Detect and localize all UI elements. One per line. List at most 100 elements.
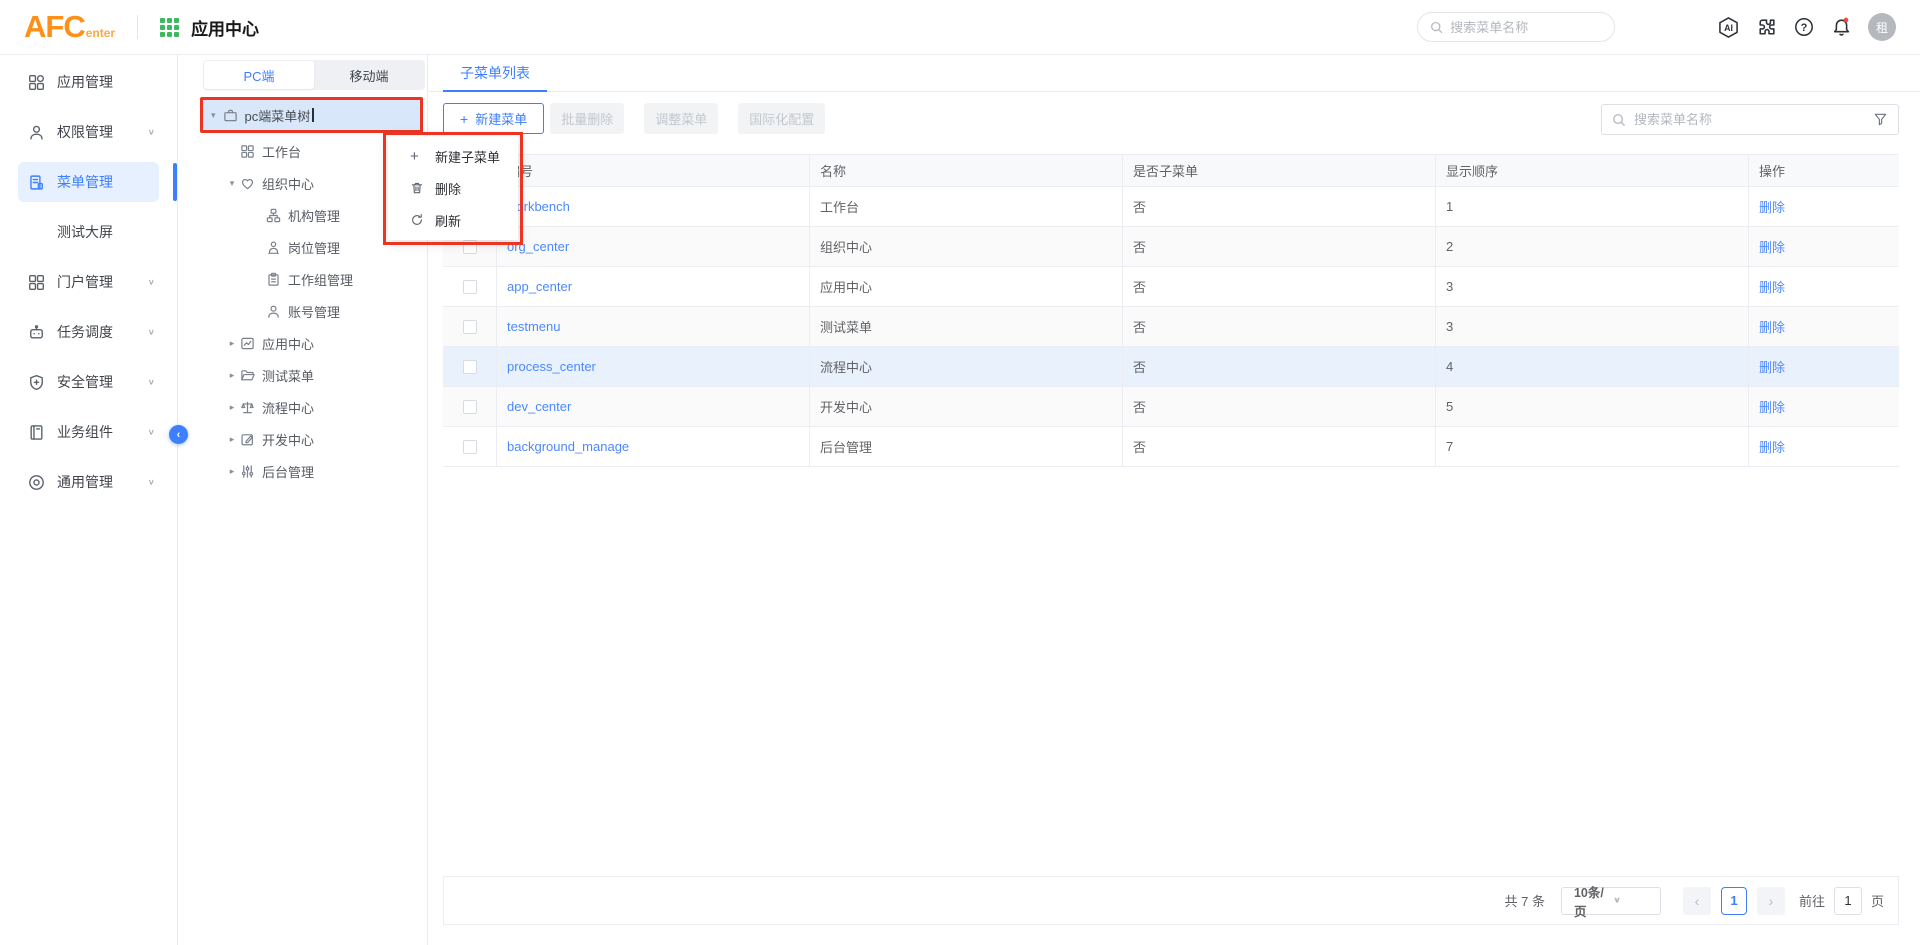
sidebar-item-test-screen[interactable]: 测试大屏	[0, 212, 177, 252]
column-header-is-submenu: 是否子菜单	[1133, 161, 1198, 180]
row-delete-link[interactable]: 删除	[1759, 197, 1785, 216]
row-code-link[interactable]: process_center	[507, 359, 596, 374]
row-delete-link[interactable]: 删除	[1759, 317, 1785, 336]
sidebar-item-label: 任务调度	[57, 322, 113, 342]
table-row[interactable]: app_center 应用中心 否 3 删除	[443, 267, 1899, 307]
row-delete-link[interactable]: 删除	[1759, 237, 1785, 256]
context-menu-refresh[interactable]: 刷新	[388, 204, 518, 236]
page-number-button[interactable]: 1	[1721, 887, 1747, 915]
svg-text:?: ?	[1801, 22, 1808, 34]
tree-root-node[interactable]: ▾ pc端菜单树	[203, 100, 420, 130]
sidebar-item-label: 业务组件	[57, 422, 113, 442]
i18n-config-button[interactable]: 国际化配置	[738, 103, 825, 134]
goto-page-input[interactable]	[1834, 887, 1862, 915]
context-menu-label: 新建子菜单	[435, 147, 500, 166]
page-size-select[interactable]: 10条/页 ∨	[1561, 887, 1661, 915]
help-icon[interactable]: ?	[1793, 16, 1815, 38]
context-menu-label: 刷新	[435, 211, 461, 230]
caret-right-icon: ▸	[224, 338, 240, 349]
row-checkbox[interactable]	[463, 360, 477, 374]
tab-pc[interactable]: PC端	[204, 61, 314, 89]
row-code-link[interactable]: org_center	[507, 239, 569, 254]
caret-down-icon: ▾	[211, 110, 216, 121]
afcenter-logo[interactable]: AFC enter	[24, 9, 115, 45]
table-row[interactable]: background_manage 后台管理 否 7 删除	[443, 427, 1899, 467]
row-is-submenu: 否	[1133, 397, 1146, 416]
row-code-link[interactable]: dev_center	[507, 399, 571, 414]
tree-node-workgroup-management[interactable]: 工作组管理	[178, 263, 427, 295]
row-checkbox[interactable]	[463, 440, 477, 454]
search-icon	[1430, 20, 1443, 35]
sidebar-item-label: 权限管理	[57, 122, 113, 142]
row-name: 开发中心	[820, 397, 872, 416]
row-checkbox[interactable]	[463, 240, 477, 254]
header-search-box[interactable]	[1417, 12, 1615, 42]
row-delete-link[interactable]: 删除	[1759, 277, 1785, 296]
row-code-link[interactable]: app_center	[507, 279, 572, 294]
briefcase-icon	[223, 108, 238, 123]
tree-node-label: 组织中心	[262, 174, 314, 193]
sidebar-item-security-management[interactable]: 安全管理 ∨	[0, 362, 177, 402]
row-delete-link[interactable]: 删除	[1759, 437, 1785, 456]
new-menu-button[interactable]: + 新建菜单	[443, 103, 544, 134]
row-checkbox[interactable]	[463, 280, 477, 294]
table-row[interactable]: dev_center 开发中心 否 5 删除	[443, 387, 1899, 427]
tree-node-account-management[interactable]: 账号管理	[178, 295, 427, 327]
tree-node-dev-center[interactable]: ▸ 开发中心	[178, 423, 427, 455]
person-badge-icon	[266, 240, 281, 255]
ai-assistant-icon[interactable]: AI	[1717, 16, 1740, 39]
prev-page-button[interactable]: ‹	[1683, 887, 1711, 915]
user-avatar[interactable]: 租	[1868, 13, 1896, 41]
sidebar-collapse-button[interactable]: ‹	[169, 425, 188, 444]
refresh-icon	[410, 213, 425, 227]
row-checkbox[interactable]	[463, 400, 477, 414]
header-search-input[interactable]	[1450, 20, 1602, 35]
row-delete-link[interactable]: 删除	[1759, 357, 1785, 376]
tab-submenu-list[interactable]: 子菜单列表	[443, 55, 547, 92]
row-delete-link[interactable]: 删除	[1759, 397, 1785, 416]
table-row-selected[interactable]: process_center 流程中心 否 4 删除	[443, 347, 1899, 387]
header-divider	[137, 15, 138, 39]
tree-context-menu: + 新建子菜单 删除 刷新	[388, 136, 518, 240]
sidebar-item-label: 应用管理	[57, 72, 113, 92]
sidebar-item-business-components[interactable]: 业务组件 ∨	[0, 412, 177, 452]
row-name: 流程中心	[820, 357, 872, 376]
tree-node-background-management[interactable]: ▸ 后台管理	[178, 455, 427, 487]
plugin-icon[interactable]	[1755, 16, 1778, 39]
tree-node-test-menu[interactable]: ▸ 测试菜单	[178, 359, 427, 391]
sidebar-item-general-management[interactable]: 通用管理 ∨	[0, 462, 177, 502]
sidebar-item-menu-management[interactable]: 菜单管理	[18, 162, 159, 202]
page-title: 应用中心	[191, 15, 259, 40]
sidebar-item-portal-management[interactable]: 门户管理 ∨	[0, 262, 177, 302]
sidebar-item-app-management[interactable]: 应用管理	[0, 62, 177, 102]
chevron-down-icon: ∨	[148, 128, 155, 137]
chevron-down-icon: ∨	[148, 478, 155, 487]
table-search-input[interactable]	[1634, 112, 1873, 127]
context-menu-new-submenu[interactable]: + 新建子菜单	[388, 140, 518, 172]
row-code-link[interactable]: testmenu	[507, 319, 560, 334]
tab-mobile[interactable]: 移动端	[314, 61, 424, 89]
row-code-link[interactable]: background_manage	[507, 439, 629, 454]
button-label: 国际化配置	[749, 109, 814, 128]
caret-right-icon: ▸	[224, 434, 240, 445]
table-row[interactable]: workbench 工作台 否 1 删除	[443, 187, 1899, 227]
chevron-down-icon: ∨	[148, 428, 155, 437]
sidebar-item-task-scheduling[interactable]: 任务调度 ∨	[0, 312, 177, 352]
row-is-submenu: 否	[1133, 277, 1146, 296]
sidebar-item-permission-management[interactable]: 权限管理 ∨	[0, 112, 177, 152]
row-checkbox[interactable]	[463, 320, 477, 334]
filter-funnel-icon[interactable]	[1873, 112, 1888, 127]
table-search-box[interactable]	[1601, 104, 1899, 135]
table-row[interactable]: testmenu 测试菜单 否 3 删除	[443, 307, 1899, 347]
notification-bell-icon[interactable]	[1830, 16, 1853, 39]
sidebar-item-label: 通用管理	[57, 472, 113, 492]
table-row[interactable]: org_center 组织中心 否 2 删除	[443, 227, 1899, 267]
adjust-menu-button[interactable]: 调整菜单	[644, 103, 718, 134]
next-page-button[interactable]: ›	[1757, 887, 1785, 915]
context-menu-delete[interactable]: 删除	[388, 172, 518, 204]
tree-node-process-center[interactable]: ▸ 流程中心	[178, 391, 427, 423]
batch-delete-button[interactable]: 批量删除	[550, 103, 624, 134]
tree-node-app-center[interactable]: ▸ 应用中心	[178, 327, 427, 359]
column-header-order: 显示顺序	[1446, 161, 1498, 180]
caret-right-icon: ▸	[224, 466, 240, 477]
